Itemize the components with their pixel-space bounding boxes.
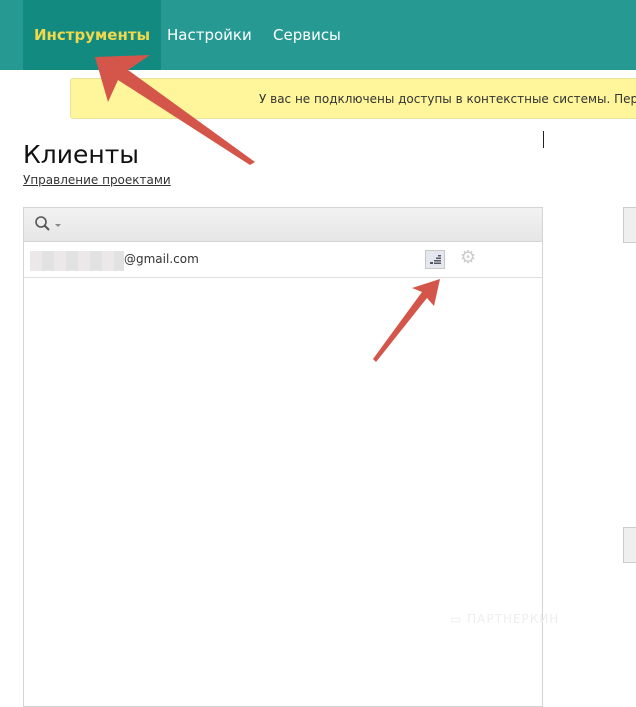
top-nav: Инструменты Настройки Сервисы <box>0 0 636 70</box>
watermark-logo: ▭ ПАРТНЕРКИН <box>450 612 560 626</box>
tab-tools[interactable]: Инструменты <box>23 0 162 70</box>
manage-projects-link[interactable]: Управление проектами <box>23 173 171 187</box>
client-email: @gmail.com <box>124 252 199 266</box>
client-row[interactable]: @gmail.com ⚙ <box>24 242 542 278</box>
text-cursor <box>543 131 544 148</box>
redacted-username <box>30 251 124 271</box>
side-panel-header <box>623 527 636 563</box>
page-title: Клиенты <box>23 140 140 169</box>
panel-toolbar <box>24 208 542 242</box>
tab-services[interactable]: Сервисы <box>262 0 352 70</box>
search-icon[interactable] <box>34 215 62 237</box>
warning-banner: У вас не подключены доступы в контекстны… <box>70 78 636 119</box>
gear-icon[interactable]: ⚙ <box>460 247 476 268</box>
clients-panel: @gmail.com ⚙ <box>23 207 543 707</box>
side-panel-header <box>623 207 636 243</box>
stats-icon[interactable] <box>425 250 445 269</box>
tab-settings[interactable]: Настройки <box>156 0 263 70</box>
